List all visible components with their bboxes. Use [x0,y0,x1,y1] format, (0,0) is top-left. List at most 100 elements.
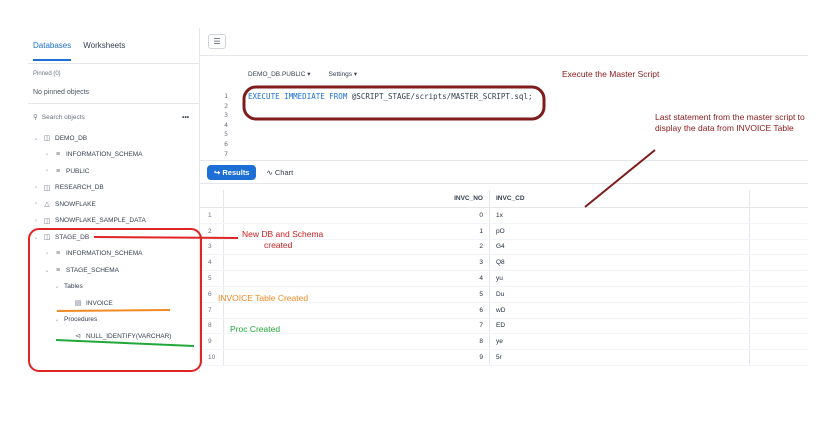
chart-tab[interactable]: ∿ Chart [266,168,293,177]
schema-icon: ≡ [55,250,61,258]
row-index: 10 [200,350,224,365]
chevron-down-icon[interactable]: ⌄ [33,135,39,142]
row-index: 5 [200,271,224,286]
shared-database-icon: △ [44,201,50,209]
filter-settings-button[interactable]: ☰ [208,34,226,49]
row-index: 7 [200,302,224,318]
cell-invc-no: 0 [224,208,490,223]
cell-invc-cd: Du [490,286,750,302]
table-row[interactable]: 8 7 ED [200,318,808,335]
chevron-right-icon[interactable]: › [33,185,39,191]
row-index: 9 [200,334,224,350]
table-icon: ▤ [74,300,82,308]
cell-invc-cd: pO [490,223,750,239]
tree-item-tables[interactable]: ⌄ Tables [28,279,199,296]
database-icon: ◫ [43,184,51,192]
table-row[interactable]: 5 4 yu [200,271,808,287]
annotation-invoice-created: INVOICE Table Created [218,293,309,303]
tree-item-stage-db[interactable]: ⌄ ◫ STAGE_DB [28,229,199,246]
cell-invc-cd: yu [490,271,750,286]
tree-item-research-db[interactable]: › ◫ RESEARCH_DB [28,180,199,197]
tree-item-stage-information-schema[interactable]: › ≡ INFORMATION_SCHEMA [28,246,199,263]
arrow-icon: ↪ [214,167,221,177]
schema-icon: ≡ [55,266,61,274]
sidebar-tabs: Databases Worksheets [28,28,199,64]
annotation-new-db: New DB and Schema created [242,229,324,250]
row-index: 1 [200,208,224,223]
database-icon: ◫ [43,217,51,225]
table-row[interactable]: 7 6 wD [200,302,808,319]
cell-invc-no: 3 [224,255,490,271]
tree-item-stage-schema[interactable]: ⌄ ≡ STAGE_SCHEMA [28,262,199,279]
cell-invc-no: 4 [224,271,490,286]
tree-item-invoice[interactable]: ▤ INVOICE [28,295,199,312]
cell-invc-cd: Q8 [490,255,750,271]
tree-item-demo-db[interactable]: ⌄ ◫ DEMO_DB [28,130,199,147]
cell-invc-no: 8 [224,334,490,350]
table-row[interactable]: 10 9 5r [200,350,808,366]
chevron-right-icon[interactable]: › [44,251,50,257]
cell-invc-no: 6 [224,302,490,318]
database-context-selector[interactable]: DEMO_DB.PUBLIC ▾ [248,70,311,78]
grid-header: INVC_NO INVC_CD [200,190,808,208]
cell-invc-no: 9 [224,350,490,365]
chevron-right-icon[interactable]: › [33,201,39,207]
chevron-right-icon[interactable]: › [44,168,50,174]
search-objects[interactable]: ⚲ Search objects ••• [28,104,199,130]
table-row[interactable]: 1 0 1x [200,208,808,224]
tree-item-procedures[interactable]: ⌄ Procedures [28,312,199,329]
code-line-1[interactable]: EXECUTE IMMEDIATE FROM @SCRIPT_STAGE/scr… [248,92,532,102]
tree-item-public[interactable]: › ≡ PUBLIC [28,163,199,180]
column-header-invc-cd[interactable]: INVC_CD [490,190,750,207]
worksheet-toolbar: ☰ [200,28,808,56]
pinned-empty-text: No pinned objects [28,82,199,104]
annotation-proc-created: Proc Created [230,324,281,334]
cell-invc-cd: G4 [490,239,750,255]
chart-icon: ∿ [266,167,273,177]
schema-icon: ≡ [55,151,61,159]
cell-invc-cd: ye [490,334,750,350]
sql-path: @SCRIPT_STAGE/scripts/MASTER_SCRIPT.sql; [347,92,533,101]
chevron-right-icon[interactable]: › [33,218,39,224]
row-index: 2 [200,223,224,239]
settings-dropdown[interactable]: Settings ▾ [329,70,358,78]
schema-icon: ≡ [55,167,61,175]
chevron-down-icon[interactable]: ⌄ [44,267,50,274]
procedure-icon: ⊲ [75,333,81,341]
tree-item-snowflake-sample-data[interactable]: › ◫ SNOWFLAKE_SAMPLE_DATA [28,213,199,230]
row-index: 4 [200,255,224,271]
tree-item-snowflake[interactable]: › △ SNOWFLAKE [28,196,199,213]
database-icon: ◫ [43,135,51,143]
annotation-last-statement: Last statement from the master script to… [655,112,805,133]
table-row[interactable]: 4 3 Q8 [200,255,808,272]
cell-invc-cd: ED [490,318,750,334]
sql-keyword: EXECUTE IMMEDIATE FROM [248,92,348,101]
database-icon: ◫ [43,234,51,242]
chevron-down-icon: ▾ [307,71,311,78]
results-tab[interactable]: ↪ Results [207,164,257,180]
object-tree: ⌄ ◫ DEMO_DB › ≡ INFORMATION_SCHEMA › ≡ PUBLIC … [28,130,199,345]
tab-worksheets[interactable]: Worksheets [83,41,125,50]
cell-invc-cd: 1x [490,208,750,223]
chevron-down-icon[interactable]: ⌄ [54,316,60,323]
search-input[interactable]: Search objects [42,114,85,121]
annotation-execute-master: Execute the Master Script [562,69,660,79]
result-tabs: ↪ Results ∿ Chart [200,160,808,184]
context-bar: DEMO_DB.PUBLIC ▾ Settings ▾ [248,70,357,78]
chevron-down-icon[interactable]: ⌄ [33,234,39,241]
chevron-down-icon: ▾ [353,71,358,78]
object-browser-sidebar: Databases Worksheets Pinned (0) No pinne… [28,28,200,372]
cell-invc-cd: 5r [490,350,750,365]
tab-databases[interactable]: Databases [33,41,72,61]
tree-item-information-schema[interactable]: › ≡ INFORMATION_SCHEMA [28,147,199,164]
column-header-invc-no[interactable]: INVC_NO [224,190,490,207]
row-index: 8 [200,318,224,334]
more-options-icon[interactable]: ••• [182,114,189,121]
sliders-icon: ☰ [213,37,221,46]
chevron-down-icon[interactable]: ⌄ [54,283,60,290]
chevron-right-icon[interactable]: › [44,152,50,158]
row-index: 3 [200,239,224,255]
worksheet-main: ☰ DEMO_DB.PUBLIC ▾ Settings ▾ 1234567 EX… [200,28,808,372]
table-row[interactable]: 9 8 ye [200,334,808,351]
tree-item-null-identify[interactable]: ⊲ NULL_IDENTIFY(VARCHAR) [28,328,199,345]
